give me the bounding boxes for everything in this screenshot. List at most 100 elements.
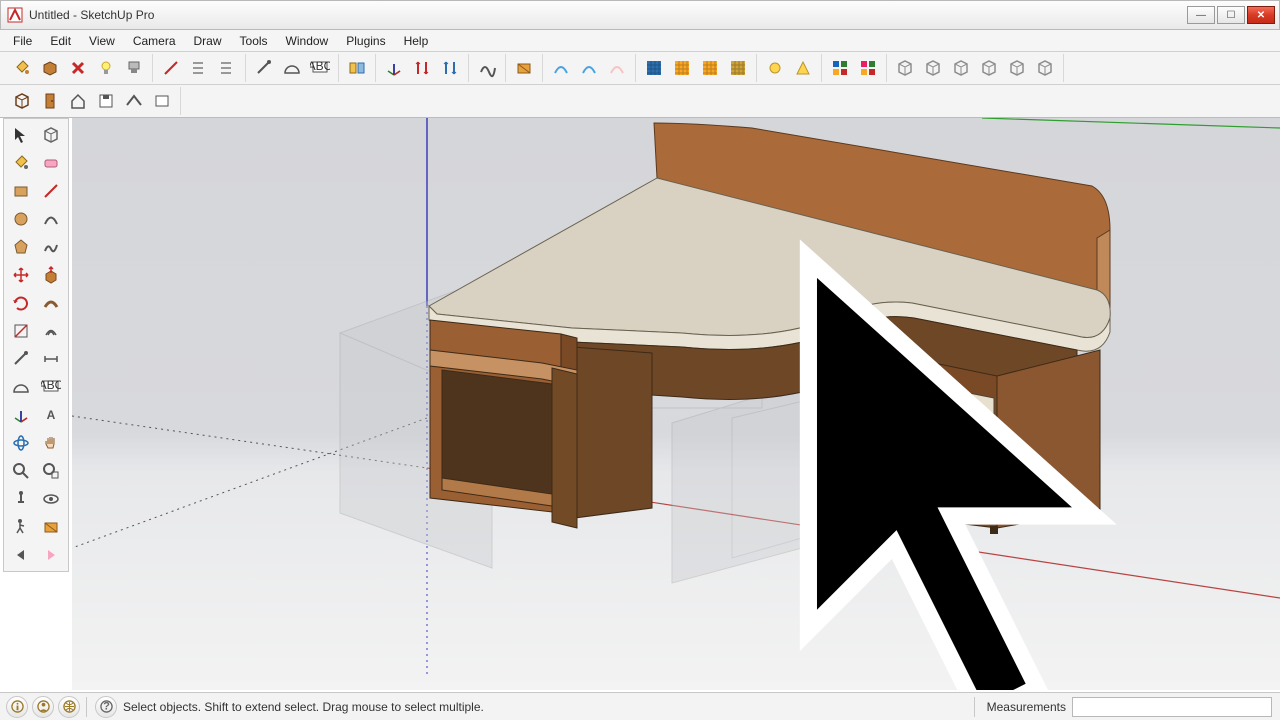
sb-help-button[interactable]: ? bbox=[95, 696, 117, 718]
tb-axes[interactable] bbox=[381, 55, 407, 81]
tb-hatch2[interactable] bbox=[669, 55, 695, 81]
tool-pushpull[interactable] bbox=[36, 261, 66, 289]
menu-plugins[interactable]: Plugins bbox=[337, 31, 394, 51]
tool-line[interactable] bbox=[36, 177, 66, 205]
maximize-button[interactable]: ☐ bbox=[1217, 6, 1245, 24]
tool-prev-view[interactable] bbox=[6, 541, 36, 569]
viewport-3d[interactable] bbox=[72, 118, 1280, 690]
tool-rectangle[interactable] bbox=[6, 177, 36, 205]
tool-section-plane[interactable] bbox=[36, 513, 66, 541]
menu-file[interactable]: File bbox=[4, 31, 41, 51]
circle-icon bbox=[11, 209, 31, 229]
tb-save[interactable] bbox=[93, 88, 119, 114]
tb-box6[interactable] bbox=[1032, 55, 1058, 81]
tb-delete[interactable] bbox=[65, 55, 91, 81]
menu-draw[interactable]: Draw bbox=[185, 31, 231, 51]
tool-component[interactable] bbox=[36, 121, 66, 149]
measurements-input[interactable] bbox=[1072, 697, 1272, 717]
sb-info-button-2[interactable] bbox=[32, 696, 54, 718]
scale-icon bbox=[11, 321, 31, 341]
tool-rotate[interactable] bbox=[6, 289, 36, 317]
menu-help[interactable]: Help bbox=[395, 31, 438, 51]
tb-grid-c2[interactable] bbox=[855, 55, 881, 81]
tool-paint-bucket[interactable] bbox=[6, 149, 36, 177]
tool-circle[interactable] bbox=[6, 205, 36, 233]
tb-flip-rb2[interactable] bbox=[437, 55, 463, 81]
tb-text[interactable]: ABC bbox=[307, 55, 333, 81]
tb-dot-y[interactable] bbox=[762, 55, 788, 81]
tb-house[interactable] bbox=[65, 88, 91, 114]
tool-position-camera[interactable] bbox=[6, 485, 36, 513]
box6-icon bbox=[1035, 58, 1055, 78]
tb-hatch3[interactable] bbox=[697, 55, 723, 81]
tb-protractor[interactable] bbox=[279, 55, 305, 81]
tb-curve1[interactable] bbox=[548, 55, 574, 81]
tb-curve3[interactable] bbox=[604, 55, 630, 81]
tool-orbit[interactable] bbox=[6, 429, 36, 457]
minimize-button[interactable]: — bbox=[1187, 6, 1215, 24]
tool-move[interactable] bbox=[6, 261, 36, 289]
tb-stamp[interactable] bbox=[121, 55, 147, 81]
tb-outliner[interactable] bbox=[158, 55, 184, 81]
tool-dimension[interactable] bbox=[36, 345, 66, 373]
tb-rope[interactable] bbox=[474, 55, 500, 81]
tool-walk[interactable] bbox=[6, 513, 36, 541]
tb-box2[interactable] bbox=[920, 55, 946, 81]
tool-followme[interactable] bbox=[36, 289, 66, 317]
tb-tri-y[interactable] bbox=[790, 55, 816, 81]
tb-box3[interactable] bbox=[948, 55, 974, 81]
tool-arc[interactable] bbox=[36, 205, 66, 233]
tool-select[interactable] bbox=[6, 121, 36, 149]
tool-tape[interactable] bbox=[6, 345, 36, 373]
tool-look-around[interactable] bbox=[36, 485, 66, 513]
close-button[interactable]: ✕ bbox=[1247, 6, 1275, 24]
tool-axes-tool[interactable] bbox=[6, 401, 36, 429]
menu-camera[interactable]: Camera bbox=[124, 31, 185, 51]
curve1-icon bbox=[551, 58, 571, 78]
menu-view[interactable]: View bbox=[80, 31, 124, 51]
tb-flip-rb[interactable] bbox=[409, 55, 435, 81]
tool-3dtext[interactable]: A bbox=[36, 401, 66, 429]
zoomw-icon bbox=[41, 461, 61, 481]
rect-icon bbox=[11, 181, 31, 201]
tb-model[interactable] bbox=[9, 88, 35, 114]
tool-text-tool[interactable]: ABC bbox=[36, 373, 66, 401]
tb-box4[interactable] bbox=[976, 55, 1002, 81]
tb-roof[interactable] bbox=[121, 88, 147, 114]
tool-zoom-window[interactable] bbox=[36, 457, 66, 485]
text-icon: ABC bbox=[41, 377, 61, 397]
tb-paint[interactable] bbox=[9, 55, 35, 81]
tb-hatch1[interactable] bbox=[641, 55, 667, 81]
tb-curve2[interactable] bbox=[576, 55, 602, 81]
tb-measure[interactable] bbox=[251, 55, 277, 81]
tb-section[interactable] bbox=[511, 55, 537, 81]
flip-rb-icon bbox=[412, 58, 432, 78]
tool-polygon[interactable] bbox=[6, 233, 36, 261]
tb-mirror[interactable] bbox=[344, 55, 370, 81]
menu-window[interactable]: Window bbox=[277, 31, 338, 51]
tb-door[interactable] bbox=[37, 88, 63, 114]
sec-icon bbox=[41, 517, 61, 537]
tool-zoom[interactable] bbox=[6, 457, 36, 485]
menu-tools[interactable]: Tools bbox=[231, 31, 277, 51]
tool-next-view[interactable] bbox=[36, 541, 66, 569]
tool-scale[interactable] bbox=[6, 317, 36, 345]
tb-hatch4[interactable] bbox=[725, 55, 751, 81]
tb-face-style[interactable] bbox=[37, 55, 63, 81]
tb-grid-c1[interactable] bbox=[827, 55, 853, 81]
sb-info-button-1[interactable] bbox=[6, 696, 28, 718]
tb-wall[interactable] bbox=[149, 88, 175, 114]
poly-icon bbox=[11, 237, 31, 257]
tool-offset[interactable] bbox=[36, 317, 66, 345]
tb-indent[interactable] bbox=[214, 55, 240, 81]
tb-box5[interactable] bbox=[1004, 55, 1030, 81]
tool-protractor[interactable] bbox=[6, 373, 36, 401]
tb-outdent[interactable] bbox=[186, 55, 212, 81]
tool-pan[interactable] bbox=[36, 429, 66, 457]
tb-light[interactable] bbox=[93, 55, 119, 81]
menu-edit[interactable]: Edit bbox=[41, 31, 80, 51]
tool-freehand[interactable] bbox=[36, 233, 66, 261]
tb-box1[interactable] bbox=[892, 55, 918, 81]
tool-eraser[interactable] bbox=[36, 149, 66, 177]
sb-info-button-3[interactable] bbox=[58, 696, 80, 718]
